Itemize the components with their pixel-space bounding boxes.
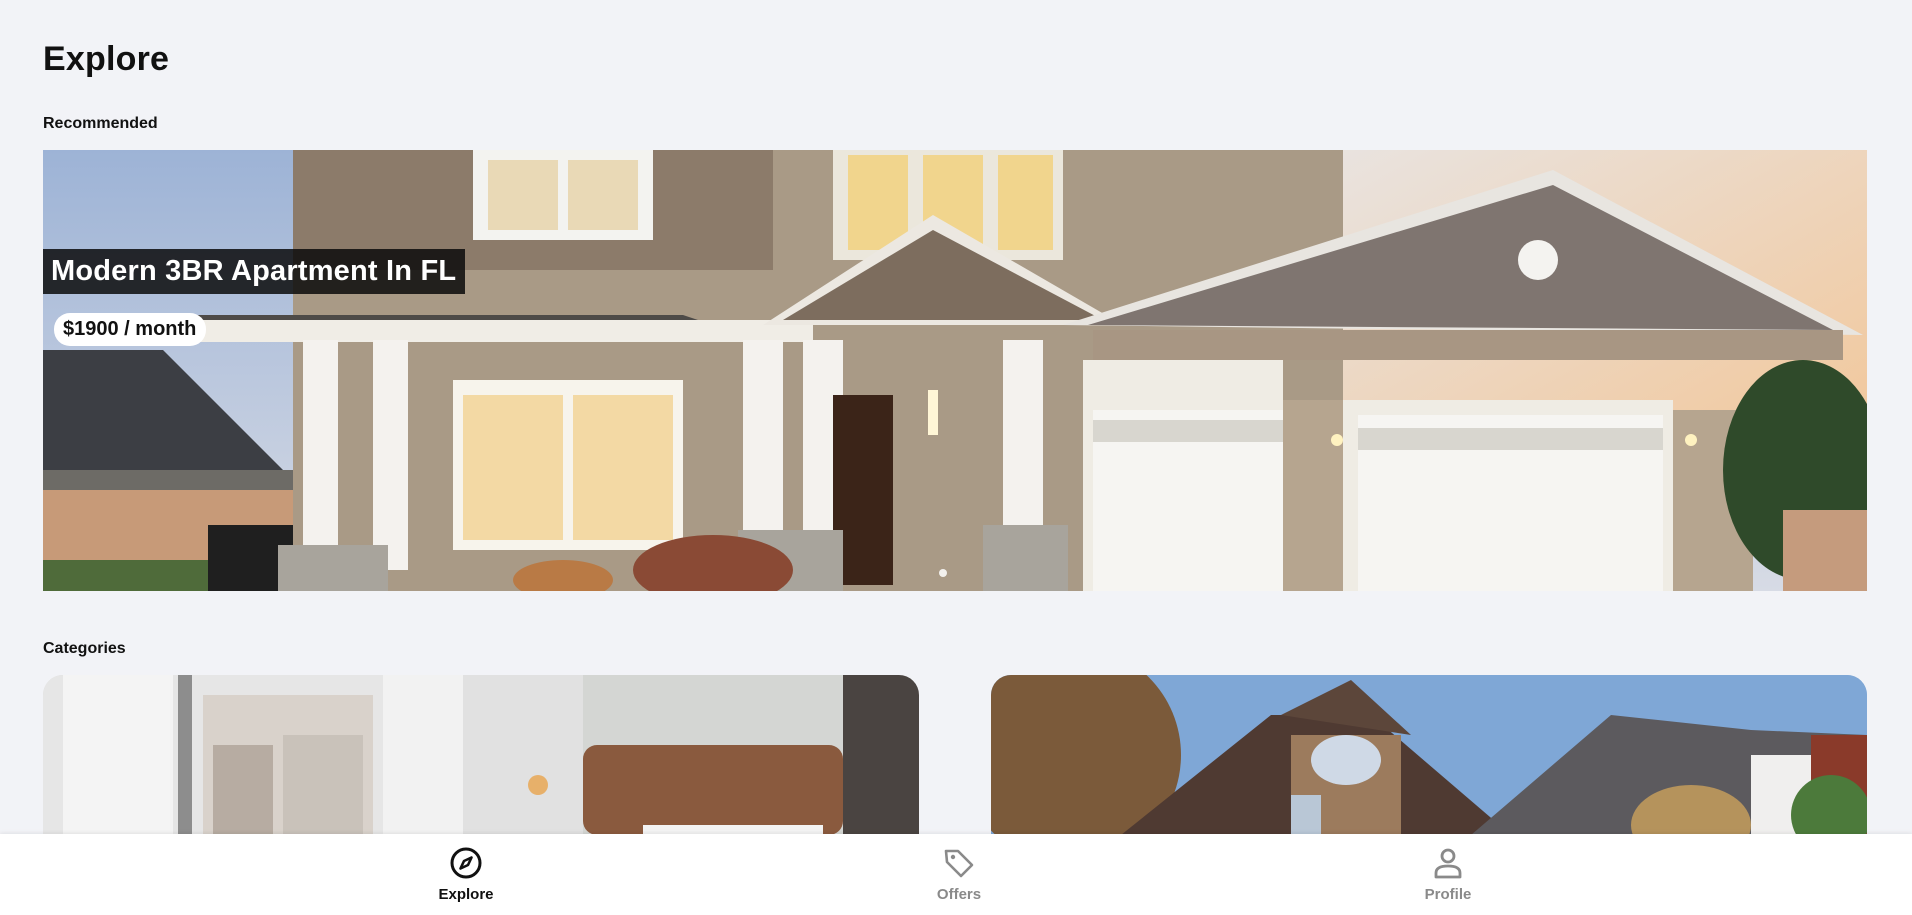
nav-item-offers[interactable]: Offers bbox=[899, 846, 1019, 903]
nav-label-offers: Offers bbox=[936, 886, 982, 903]
nav-label-explore: Explore bbox=[438, 886, 494, 903]
recommended-heading: Recommended bbox=[43, 115, 158, 132]
price-badge: $1900 / month bbox=[54, 313, 207, 346]
featured-house-photo bbox=[43, 150, 1867, 591]
house-photo bbox=[991, 675, 1867, 835]
page-title: Explore bbox=[43, 40, 170, 78]
carousel-indicator[interactable] bbox=[939, 569, 947, 577]
compass-icon bbox=[450, 847, 482, 879]
nav-label-profile: Profile bbox=[1424, 886, 1472, 903]
featured-listing-card[interactable]: Modern 3BR Apartment In FL $1900 / month bbox=[43, 150, 1867, 591]
nav-item-explore[interactable]: Explore bbox=[406, 846, 526, 903]
categories-heading: Categories bbox=[43, 640, 126, 657]
featured-listing-title: Modern 3BR Apartment In FL bbox=[43, 249, 466, 294]
nav-item-profile[interactable]: Profile bbox=[1388, 846, 1508, 903]
tag-icon bbox=[944, 849, 974, 878]
person-icon bbox=[1434, 848, 1462, 879]
category-card-house[interactable] bbox=[991, 675, 1867, 835]
bottom-nav: Explore Offers Profile bbox=[0, 834, 1912, 915]
bedroom-photo bbox=[43, 675, 919, 835]
category-card-apartment[interactable] bbox=[43, 675, 919, 835]
